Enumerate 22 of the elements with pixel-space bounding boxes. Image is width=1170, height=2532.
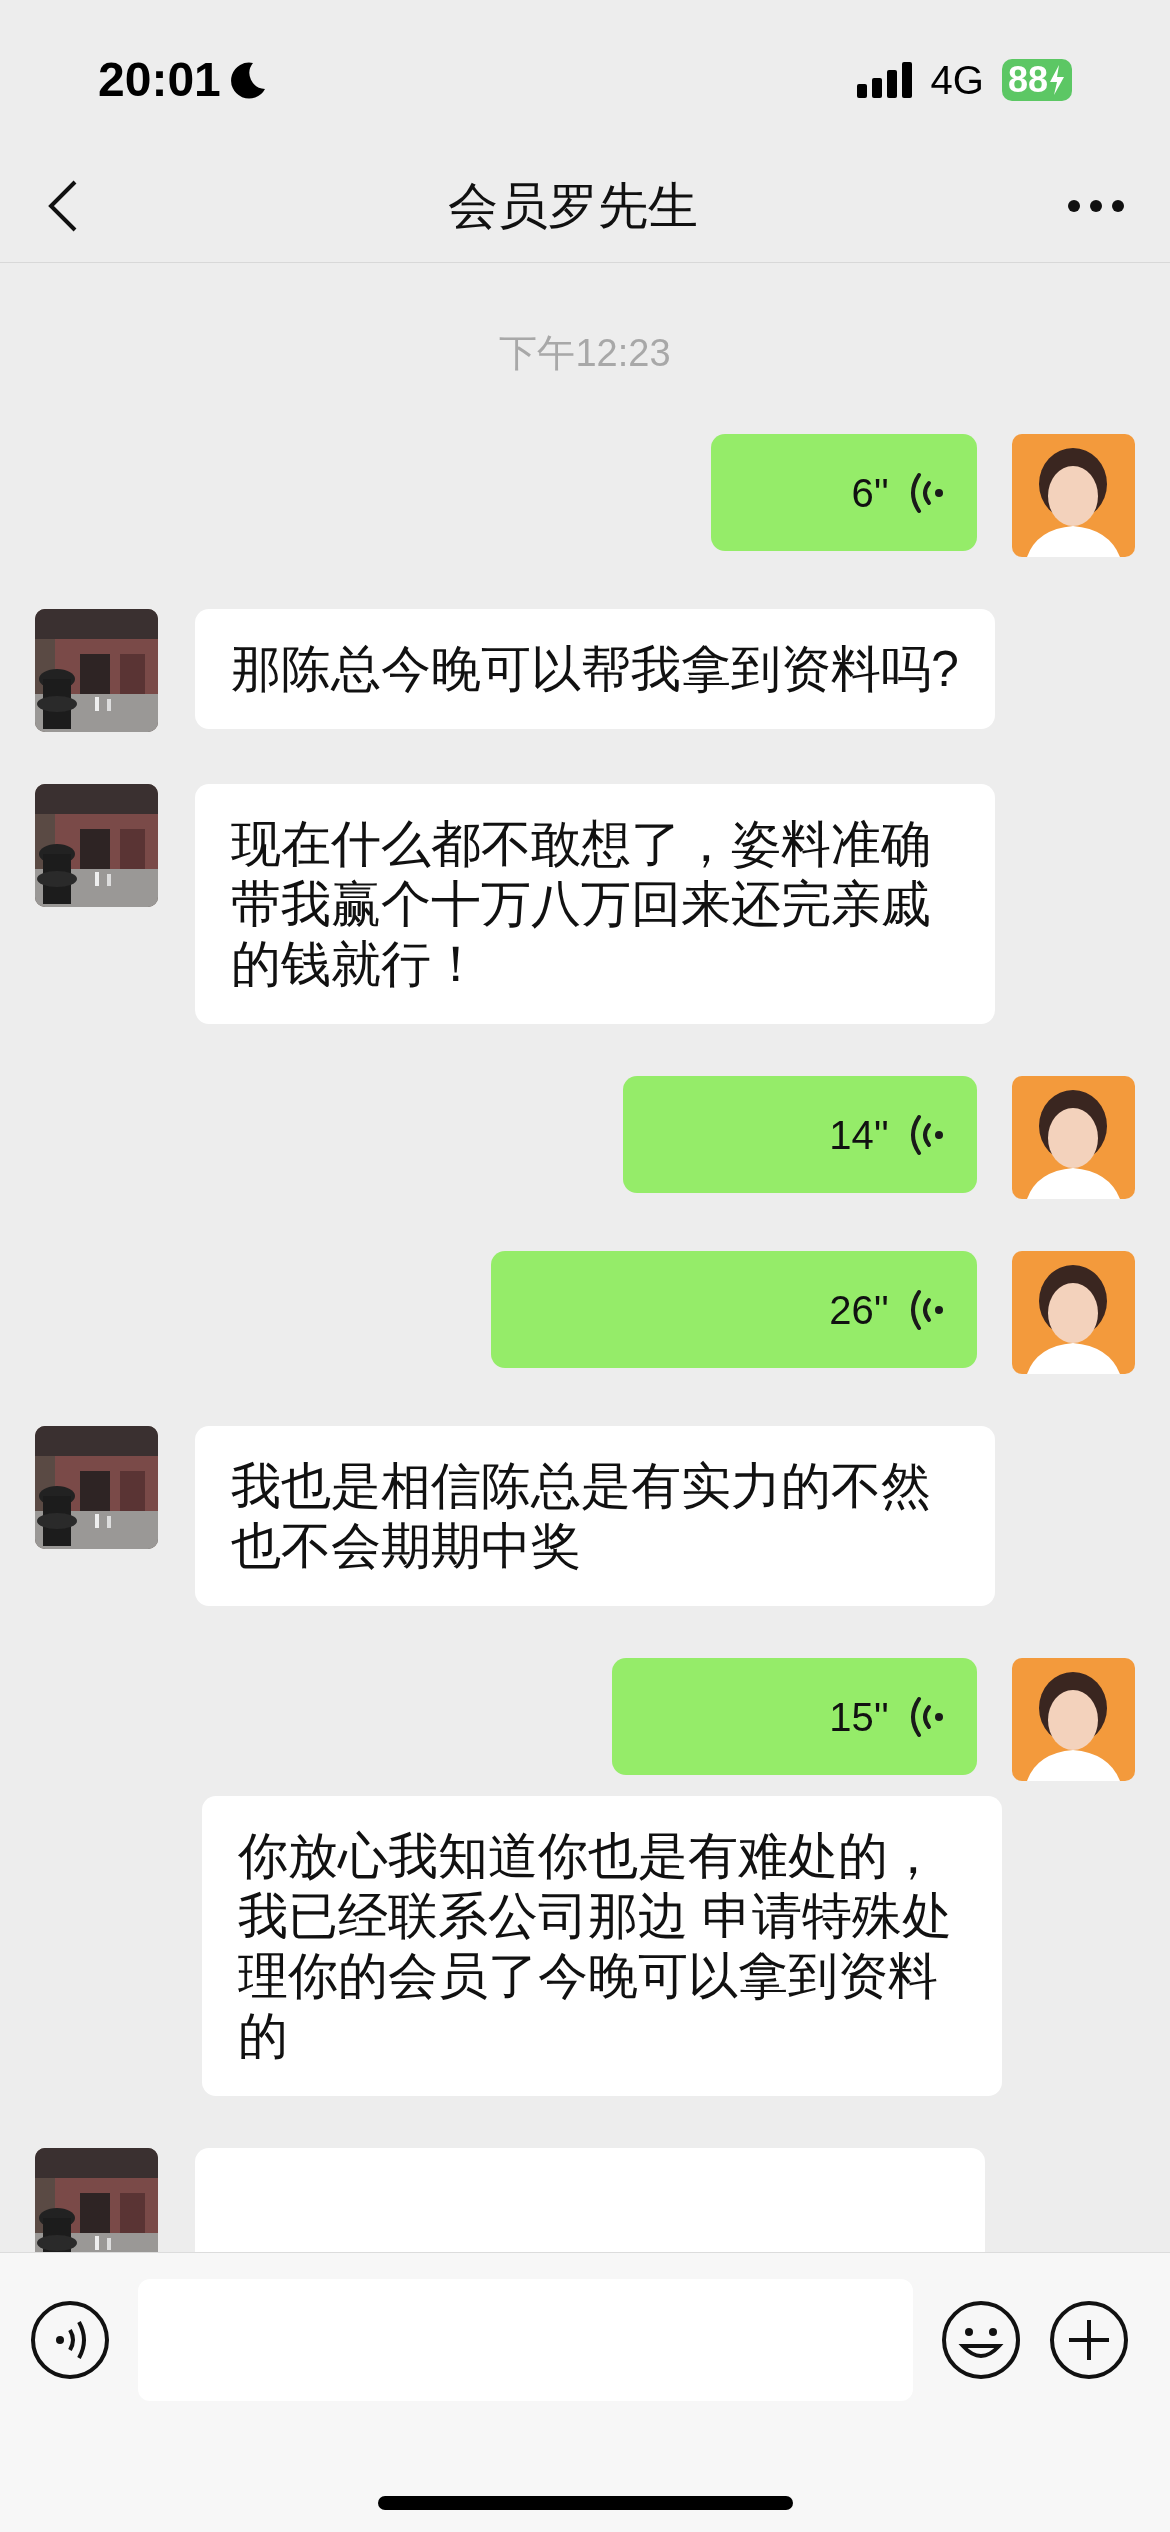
message-bubble: 我也是相信陈总是有实力的不然也不会期期中奖 <box>195 1426 995 1606</box>
avatar-icon <box>1012 1658 1135 1781</box>
voice-message[interactable]: 15'' <box>612 1658 977 1775</box>
message-bubble: 那陈总今晚可以帮我拿到资料吗? <box>195 609 995 729</box>
voice-message[interactable]: 26'' <box>491 1251 977 1368</box>
timestamp: 下午12:23 <box>499 331 671 376</box>
network-label: 4G <box>930 57 984 104</box>
emoji-icon[interactable] <box>941 2300 1021 2380</box>
status-time: 20:01 <box>98 52 221 108</box>
plus-icon[interactable] <box>1049 2300 1129 2380</box>
battery-indicator: 88 <box>1001 59 1072 101</box>
voice-message[interactable]: 14'' <box>623 1076 977 1193</box>
signal-icon <box>856 60 913 100</box>
voice-message[interactable]: 6'' <box>711 434 977 551</box>
avatar-icon <box>1012 1251 1135 1374</box>
avatar-icon <box>1012 434 1135 557</box>
more-icon[interactable] <box>1067 199 1125 213</box>
chat-title: 会员罗先生 <box>448 176 698 236</box>
voice-input-icon[interactable] <box>30 2300 110 2380</box>
avatar-icon <box>1012 1076 1135 1199</box>
message-bubble: 你放心我知道你也是有难处的，我已经联系公司那边 申请特殊处理你的会员了今晚可以拿到资料的 <box>202 1796 1002 2096</box>
message-bubble: 现在什么都不敢想了，姿料准确带我赢个十万八万回来还完亲戚的钱就行！ <box>195 784 995 1024</box>
